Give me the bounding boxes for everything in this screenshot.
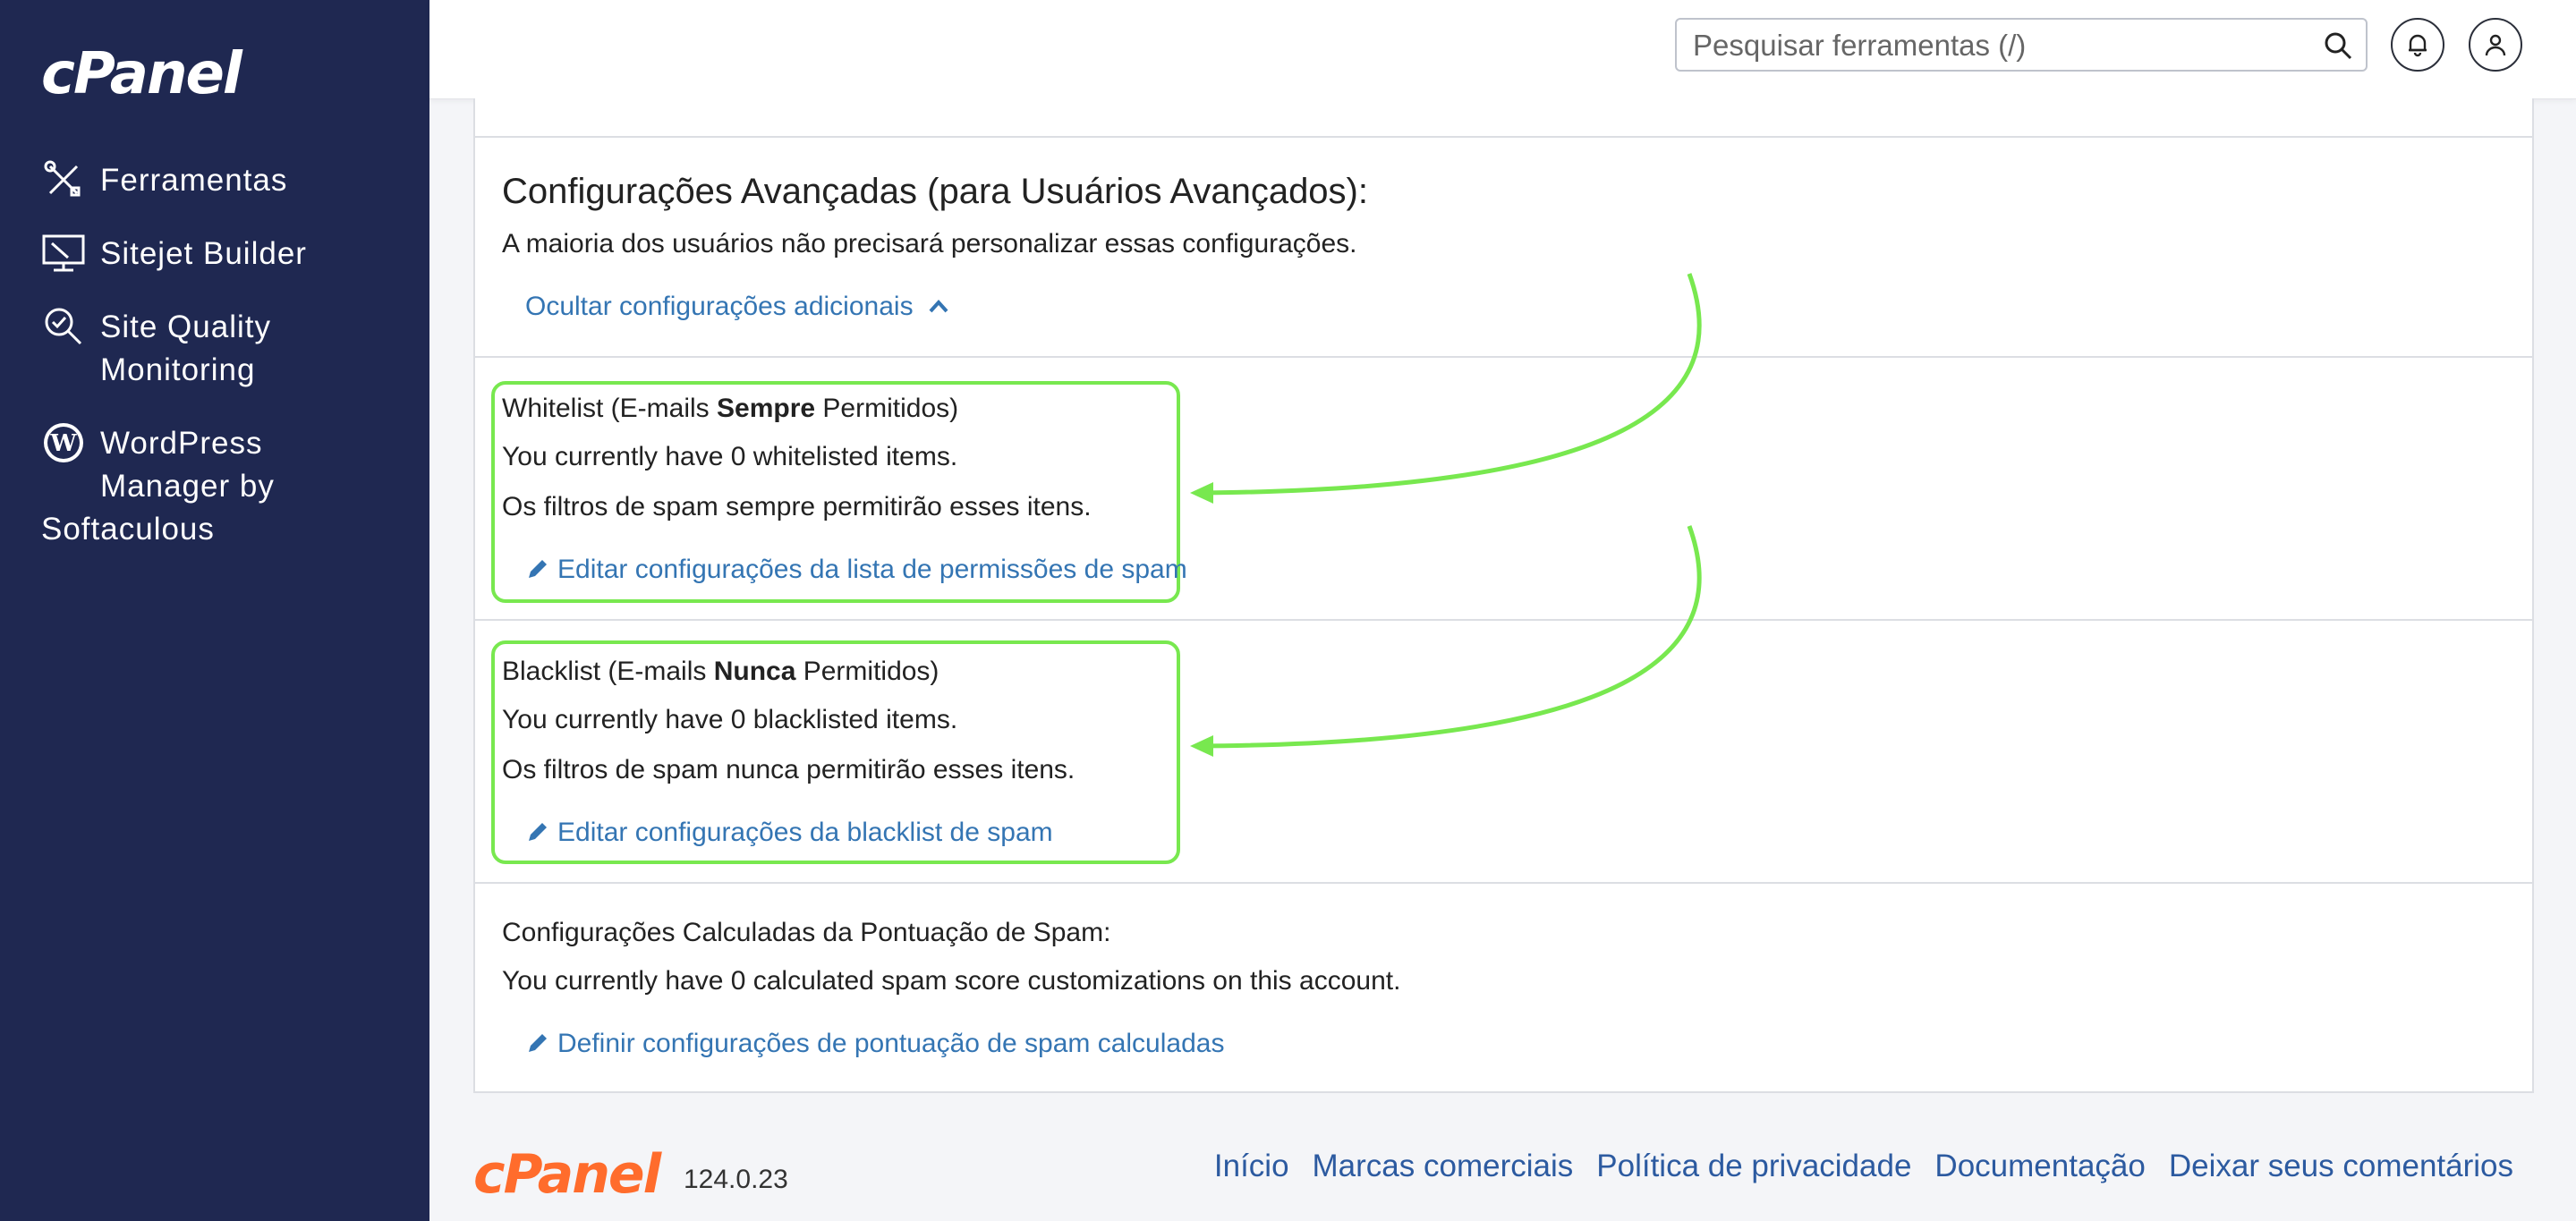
sidebar-item-sitejet-builder[interactable]: Sitejet Builder <box>41 233 417 276</box>
calculated-settings-count: You currently have 0 calculated spam sco… <box>502 966 1401 996</box>
advanced-settings-description: A maioria dos usuários não precisará per… <box>502 229 1357 259</box>
sidebar-item-ferramentas[interactable]: Ferramentas <box>41 159 417 202</box>
sidebar-item-label: Ferramentas <box>100 163 288 198</box>
sidebar-item-site-quality-monitoring[interactable]: Site Quality Monitoring <box>41 306 417 392</box>
pencil-icon <box>529 1034 547 1052</box>
blacklist-note: Os filtros de spam nunca permitirão esse… <box>502 755 1075 784</box>
magnifier-check-icon <box>45 308 82 345</box>
search-input[interactable] <box>1691 27 2303 64</box>
topbar <box>429 0 2576 99</box>
pencil-icon <box>529 560 547 578</box>
footer-link-marcas[interactable]: Marcas comerciais <box>1313 1149 1574 1184</box>
cpanel-logo[interactable]: cPanel <box>41 41 242 107</box>
user-menu-button[interactable] <box>2469 18 2522 72</box>
sidebar-item-label: WordPress Manager by Softaculous <box>41 426 275 547</box>
define-calculated-settings-link[interactable]: Definir configurações de pontuação de sp… <box>525 1029 1224 1059</box>
sidebar-item-label: Sitejet Builder <box>100 236 307 271</box>
footer-cpanel-logo[interactable]: cPanel <box>473 1143 661 1206</box>
calculated-settings-title: Configurações Calculadas da Pontuação de… <box>502 918 1111 947</box>
footer-link-privacidade[interactable]: Política de privacidade <box>1596 1149 1911 1184</box>
sidebar-item-wordpress-manager[interactable]: W WordPress Manager by Softaculous <box>41 422 417 551</box>
whitelist-note: Os filtros de spam sempre permitirão ess… <box>502 492 1092 521</box>
whitelist-title: Whitelist (E-mails Sempre Permitidos) <box>502 394 959 423</box>
divider <box>475 356 2532 358</box>
tools-icon <box>44 160 81 197</box>
search-box <box>1675 18 2368 72</box>
chevron-up-icon <box>929 300 948 313</box>
bell-icon <box>2409 34 2427 57</box>
whitelist-count: You currently have 0 whitelisted items. <box>502 442 958 471</box>
svg-text:W: W <box>49 430 77 457</box>
edit-blacklist-link[interactable]: Editar configurações da blacklist de spa… <box>525 818 1053 848</box>
blacklist-count: You currently have 0 blacklisted items. <box>502 705 958 734</box>
spam-settings-panel: Configurações Avançadas (para Usuários A… <box>473 98 2534 1093</box>
sidebar-item-label: Site Quality Monitoring <box>100 309 271 387</box>
notifications-button[interactable] <box>2391 18 2444 72</box>
divider <box>475 882 2532 884</box>
version-number: 124.0.23 <box>684 1165 788 1194</box>
footer-link-inicio[interactable]: Início <box>1214 1149 1289 1184</box>
footer-links: Início Marcas comerciais Política de pri… <box>1214 1149 2513 1184</box>
footer-link-comentarios[interactable]: Deixar seus comentários <box>2169 1149 2513 1184</box>
wordpress-icon: W <box>44 423 83 462</box>
hide-additional-settings-link[interactable]: Ocultar configurações adicionais <box>525 292 951 322</box>
sidebar: cPanel Ferramentas Sitejet Builder Site … <box>0 0 429 1221</box>
monitor-icon <box>42 234 85 272</box>
search-icon[interactable] <box>2323 30 2353 61</box>
user-icon <box>2485 34 2506 56</box>
blacklist-title: Blacklist (E-mails Nunca Permitidos) <box>502 657 939 686</box>
footer-link-documentacao[interactable]: Documentação <box>1934 1149 2145 1184</box>
edit-whitelist-link[interactable]: Editar configurações da lista de permiss… <box>525 555 1187 585</box>
divider <box>475 619 2532 621</box>
pencil-icon <box>529 823 547 841</box>
advanced-settings-title: Configurações Avançadas (para Usuários A… <box>502 172 1368 211</box>
divider <box>475 136 2532 138</box>
sidebar-nav: Ferramentas Sitejet Builder Site Quality… <box>41 159 417 581</box>
